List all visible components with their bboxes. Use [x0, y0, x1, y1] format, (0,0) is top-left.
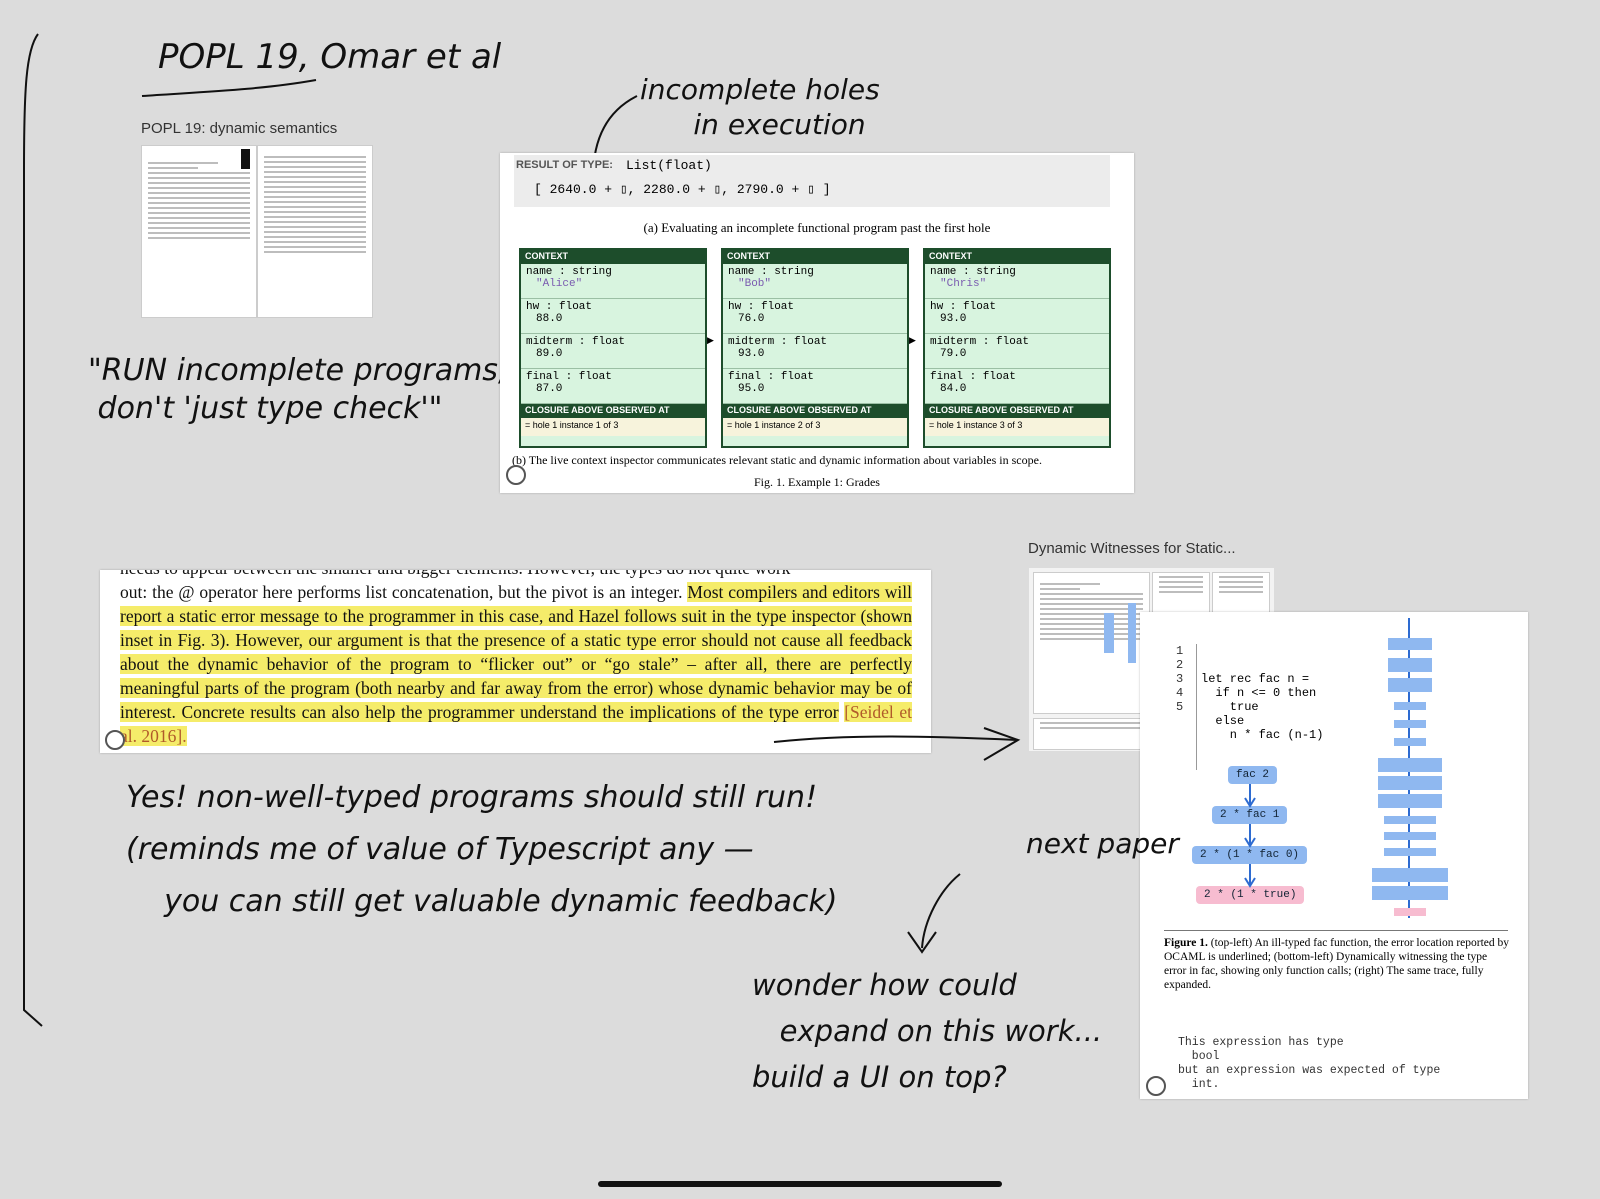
panel-arrow-1: ▶	[707, 335, 714, 345]
ctx-final-row: final : float 84.0	[925, 369, 1109, 404]
ocaml-error-message: This expression has type bool but an exp…	[1178, 1036, 1441, 1091]
flow-node-1: fac 2	[1228, 766, 1278, 784]
paper2-figure-card[interactable]: 12345 let rec fac n = if n <= 0 then tru…	[1140, 612, 1528, 1099]
ctx-midterm-row: midterm : float 93.0	[723, 334, 907, 369]
closure-header: CLOSURE ABOVE OBSERVED AT	[925, 404, 1109, 418]
context-panel-alice: CONTEXT name : string "Alice" hw : float 8…	[519, 248, 707, 448]
excerpt-plain: out: the @ operator here performs list c…	[120, 582, 683, 602]
result-values: [ 2640.0 + ▯, 2280.0 + ▯, 2790.0 + ▯ ]	[534, 182, 831, 197]
flow-arrows	[1244, 784, 1256, 888]
result-bar: RESULT OF TYPE: List(float) [ 2640.0 + ▯…	[514, 155, 1110, 207]
handwritten-incomplete-holes: incomplete holes in execution	[640, 73, 880, 141]
paper2-selection-handle[interactable]	[1146, 1076, 1166, 1096]
excerpt-highlight: Most compilers and editors will report a…	[120, 582, 912, 722]
context-header: CONTEXT	[723, 250, 907, 264]
thumbnail-label-popl: POPL 19: dynamic semantics	[141, 120, 338, 137]
instance-nav[interactable]: = hole 1 instance 1 of 3	[521, 418, 705, 436]
ctx-name-row: name : string "Chris"	[925, 264, 1109, 299]
thumb-page-2	[257, 145, 373, 318]
handwritten-title: POPL 19, Omar et al	[158, 37, 502, 77]
figure1-caption: Figure 1. (top-left) An ill-typed fac fu…	[1164, 937, 1510, 991]
handwritten-quote: "RUN incomplete programs, don't 'just ty…	[88, 353, 508, 426]
ctx-hw-row: hw : float 88.0	[521, 299, 705, 334]
ctx-hw-row: hw : float 76.0	[723, 299, 907, 334]
thumb2-page-3	[1212, 572, 1270, 614]
ctx-final-row: final : float 95.0	[723, 369, 907, 404]
caption-b: (b) The live context inspector communica…	[512, 453, 1042, 467]
thumbnail-popl-paper[interactable]	[141, 145, 374, 318]
caption-a: (a) Evaluating an incomplete functional …	[643, 220, 991, 235]
ctx-final-row: final : float 87.0	[521, 369, 705, 404]
home-indicator[interactable]	[598, 1181, 1002, 1187]
thumb2-page-2	[1152, 572, 1210, 614]
ctx-name-row: name : string "Bob"	[723, 264, 907, 299]
instance-nav[interactable]: = hole 1 instance 3 of 3	[925, 418, 1109, 436]
closure-header: CLOSURE ABOVE OBSERVED AT	[521, 404, 705, 418]
link-arrow	[773, 727, 1021, 761]
thumb2-page-4	[1033, 718, 1150, 750]
excerpt-cut-line: needs to appear between the smaller and …	[120, 570, 910, 580]
bracket-stroke	[23, 33, 43, 1027]
code-line-numbers: 12345	[1176, 644, 1184, 714]
context-header: CONTEXT	[925, 250, 1109, 264]
title-underline	[141, 79, 317, 97]
selection-handle[interactable]	[506, 465, 526, 485]
result-label: RESULT OF TYPE:	[516, 159, 613, 171]
handwritten-yes-note: Yes! non-well-typed programs should stil…	[126, 780, 838, 919]
fig-caption: Fig. 1. Example 1: Grades	[754, 475, 880, 489]
excerpt-selection-handle[interactable]	[105, 730, 125, 750]
handwritten-next-paper: next paper	[1026, 827, 1179, 860]
thumb2-page-1	[1033, 572, 1150, 714]
panel-arrow-2: ▶	[909, 335, 916, 345]
ctx-midterm-row: midterm : float 89.0	[521, 334, 705, 369]
closure-header: CLOSURE ABOVE OBSERVED AT	[723, 404, 907, 418]
context-header: CONTEXT	[521, 250, 705, 264]
ctx-name-row: name : string "Alice"	[521, 264, 705, 299]
expanded-trace	[1370, 618, 1450, 918]
caption-rule	[1164, 930, 1508, 931]
code-block: let rec fac n = if n <= 0 then true else…	[1196, 644, 1323, 770]
ctx-hw-row: hw : float 93.0	[925, 299, 1109, 334]
ctx-midterm-row: midterm : float 79.0	[925, 334, 1109, 369]
thumbnail-label-dynamic-witnesses: Dynamic Witnesses for Static...	[1028, 540, 1236, 557]
thumb-page-1	[141, 145, 257, 318]
context-panel-chris: CONTEXT name : string "Chris" hw : float 9…	[923, 248, 1111, 448]
arrow-down-note	[907, 873, 961, 954]
context-panel-bob: CONTEXT name : string "Bob" hw : float 76.…	[721, 248, 909, 448]
result-type: List(float)	[626, 158, 712, 173]
handwritten-wonder-note: wonder how could expand on this work... …	[752, 968, 1103, 1094]
instance-nav[interactable]: = hole 1 instance 2 of 3	[723, 418, 907, 436]
